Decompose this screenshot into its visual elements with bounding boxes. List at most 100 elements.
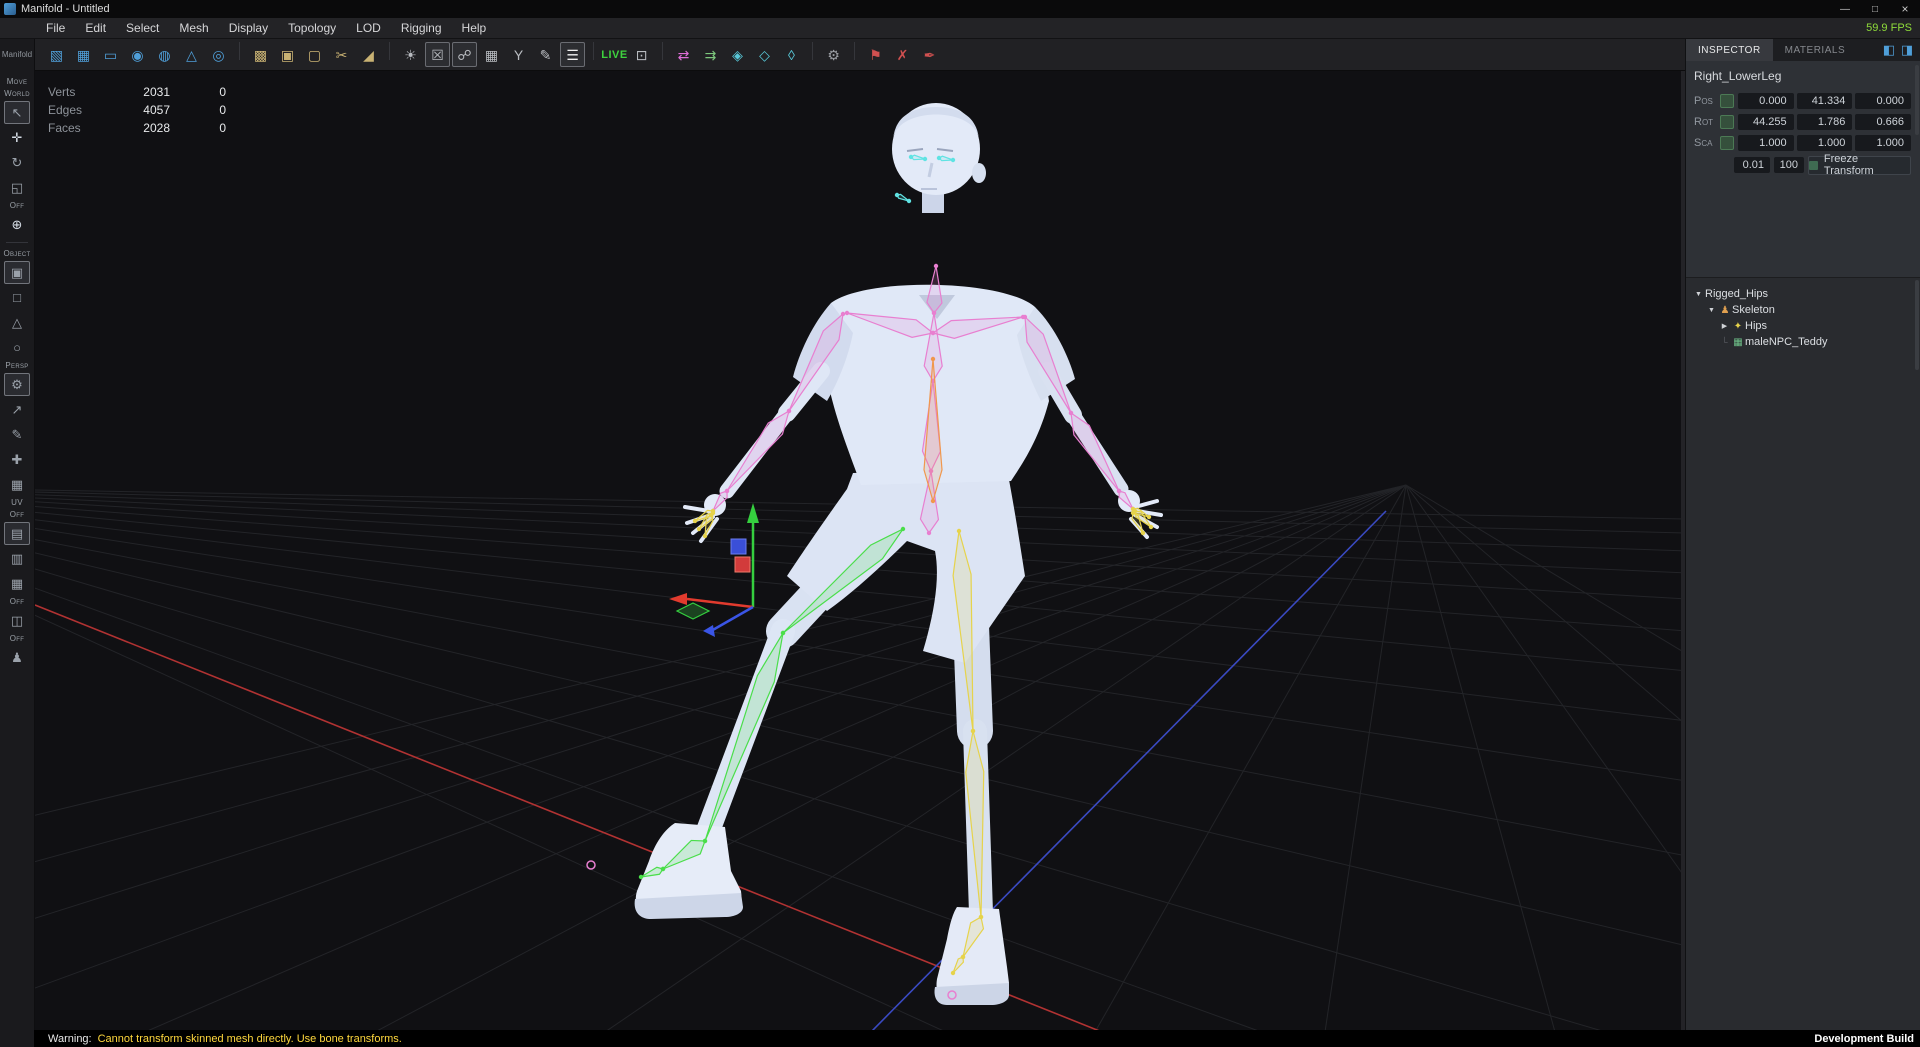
lighting-button[interactable]: ☀ [398, 42, 423, 67]
scale-tool-button[interactable]: ◱ [4, 176, 30, 199]
primitive-grid-button[interactable]: ▦ [71, 42, 96, 67]
menu-item-file[interactable]: File [36, 18, 75, 38]
maximize-button[interactable]: □ [1860, 0, 1890, 18]
axis-split-button[interactable]: Y [506, 42, 531, 67]
annotate-tool-button[interactable]: ✎ [4, 423, 30, 446]
curve-pen-button[interactable]: ✎ [533, 42, 558, 67]
gizmo-blue-handle[interactable] [731, 539, 746, 554]
transform-field-x[interactable]: 1.000 [1738, 135, 1794, 151]
pin-paint-button[interactable]: ✒ [917, 42, 942, 67]
menu-item-display[interactable]: Display [219, 18, 278, 38]
uv-view-tool-button[interactable]: ▦ [4, 473, 30, 496]
menu-item-edit[interactable]: Edit [75, 18, 116, 38]
rig-pose-tool-button[interactable]: ♟ [4, 646, 30, 669]
dock-right-button[interactable]: ◨ [1898, 41, 1916, 59]
panel-splitter[interactable] [1681, 71, 1685, 1030]
transform-field-z[interactable]: 1.000 [1855, 135, 1911, 151]
snap-magnet-button[interactable]: ☍ [452, 42, 477, 67]
menu-item-select[interactable]: Select [116, 18, 169, 38]
pin-delete-button[interactable]: ✗ [890, 42, 915, 67]
snap-grid-button[interactable]: ▦ [479, 42, 504, 67]
camera-settings-tool-button[interactable]: ⚙ [4, 373, 30, 396]
mode-vertex-tool-button[interactable]: □ [4, 286, 30, 309]
bounds-toggle-button[interactable]: ☒ [425, 42, 450, 67]
mirror-pose-button[interactable]: ⇄ [671, 42, 696, 67]
primitive-plane-button[interactable]: ▭ [98, 42, 123, 67]
mode-edge-tool-button[interactable]: △ [4, 311, 30, 334]
gizmo-plane-handle[interactable] [677, 603, 709, 619]
bevel-button[interactable]: ◢ [356, 42, 381, 67]
menu-item-help[interactable]: Help [452, 18, 497, 38]
hierarchy-scrollbar[interactable] [1915, 280, 1919, 370]
menu-item-mesh[interactable]: Mesh [169, 18, 218, 38]
transform-reset-icon[interactable] [1720, 115, 1734, 129]
bone-diamond-button[interactable]: ◊ [779, 42, 804, 67]
transform-field-z[interactable]: 0.000 [1855, 93, 1911, 109]
freeze-transform-button[interactable]: Freeze Transform [1808, 156, 1911, 175]
dock-left-button[interactable]: ◧ [1880, 41, 1898, 59]
transform-field-y[interactable]: 1.786 [1797, 114, 1853, 130]
expander-icon[interactable]: ▼ [1705, 307, 1718, 314]
inset-button[interactable]: ▣ [275, 42, 300, 67]
add-object-tool-button[interactable]: ✚ [4, 448, 30, 471]
expander-icon[interactable]: ▼ [1692, 291, 1705, 298]
primitive-cube-button[interactable]: ▧ [44, 42, 69, 67]
inspector-scrollbar[interactable] [1915, 65, 1919, 135]
transform-field-y[interactable]: 1.000 [1797, 135, 1853, 151]
bone-plane-button[interactable]: ◇ [752, 42, 777, 67]
hierarchy-item[interactable]: ▼♟Skeleton [1686, 302, 1920, 318]
hierarchy-item[interactable]: ▶✦Hips [1686, 318, 1920, 334]
knife-button[interactable]: ✂ [329, 42, 354, 67]
pin-flag-button[interactable]: ⚑ [863, 42, 888, 67]
tab-materials[interactable]: MATERIALS [1773, 39, 1857, 61]
menu-item-rigging[interactable]: Rigging [391, 18, 452, 38]
rotate-tool-button[interactable]: ↻ [4, 151, 30, 174]
character-model[interactable] [635, 103, 1161, 1005]
gizmo-space-tool-button[interactable]: ⊕ [4, 213, 30, 236]
snap-precision-field[interactable]: 0.01 [1734, 157, 1770, 173]
mode-face-tool-button[interactable]: ○ [4, 336, 30, 359]
select-tool-button[interactable]: ↖ [4, 101, 30, 124]
snap-range-field[interactable]: 100 [1774, 157, 1804, 173]
minimize-button[interactable]: — [1830, 0, 1860, 18]
grid-wire-tool-button[interactable]: ▥ [4, 547, 30, 570]
grid-shade-tool-button[interactable]: ▦ [4, 572, 30, 595]
transfer-weights-button[interactable]: ⇉ [698, 42, 723, 67]
gizmo-red-handle[interactable] [735, 557, 750, 572]
hierarchy-item[interactable]: └▦maleNPC_Teddy [1686, 334, 1920, 350]
primitive-sphere-button[interactable]: ◉ [125, 42, 150, 67]
menu-item-topology[interactable]: Topology [278, 18, 346, 38]
extrude-button[interactable]: ▩ [248, 42, 273, 67]
pan-view-tool-button[interactable]: ↗ [4, 398, 30, 421]
transform-reset-icon[interactable] [1720, 94, 1734, 108]
grid-floor-tool-button[interactable]: ▤ [4, 522, 30, 545]
expander-icon[interactable]: ▶ [1718, 322, 1731, 330]
transform-field-x[interactable]: 44.255 [1738, 114, 1794, 130]
mirror-view-tool-button[interactable]: ◫ [4, 609, 30, 632]
mode-object-tool-button[interactable]: ▣ [4, 261, 30, 284]
inset-icon: ▣ [281, 48, 294, 62]
wrench-tools-button[interactable]: ⚙ [821, 42, 846, 67]
primitive-plane-icon: ▭ [104, 48, 117, 62]
gizmo-z-axis[interactable] [711, 607, 753, 631]
bone-cube-button[interactable]: ◈ [725, 42, 750, 67]
transform-field-y[interactable]: 41.334 [1797, 93, 1853, 109]
transform-field-x[interactable]: 0.000 [1738, 93, 1794, 109]
hierarchy-item[interactable]: ▼Rigged_Hips [1686, 286, 1920, 302]
menu-item-lod[interactable]: LOD [346, 18, 391, 38]
tab-inspector[interactable]: INSPECTOR [1686, 39, 1773, 61]
primitive-cone-button[interactable]: △ [179, 42, 204, 67]
transform-reset-icon[interactable] [1720, 136, 1734, 150]
viewport-canvas[interactable]: Verts20310Edges40570Faces20280 [35, 71, 1685, 1030]
primitive-capsule-button[interactable]: ◍ [152, 42, 177, 67]
move-tool-button[interactable]: ✛ [4, 126, 30, 149]
primitive-torus-button[interactable]: ◎ [206, 42, 231, 67]
transform-field-z[interactable]: 0.666 [1855, 114, 1911, 130]
marquee-select-button[interactable]: ▢ [302, 42, 327, 67]
dock-left-icon: ◧ [1883, 42, 1895, 58]
region-select-button[interactable]: ⊡ [629, 42, 654, 67]
overlay-list-button[interactable]: ☰ [560, 42, 585, 67]
close-button[interactable]: × [1890, 0, 1920, 18]
live-toggle-button[interactable]: LIVE [602, 42, 627, 67]
transform-gizmo[interactable] [587, 503, 956, 999]
